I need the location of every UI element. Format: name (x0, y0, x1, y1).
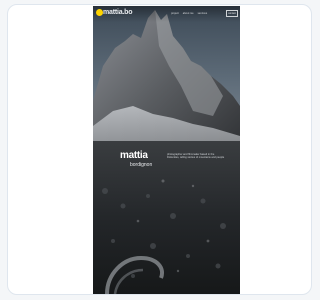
hero-title: mattia (120, 150, 148, 161)
nav-item-about[interactable]: about me (183, 12, 194, 16)
site-header: mattia.bo project about me services cont… (93, 6, 240, 22)
hero-description: photographer and filmmaker based in the … (167, 153, 225, 160)
nav-item-project[interactable]: project (171, 12, 179, 16)
site-logo[interactable]: mattia.bo (103, 8, 133, 18)
mountain-photo (93, 6, 240, 294)
nav-item-services[interactable]: services (198, 12, 208, 16)
nav-menu: project about me services (171, 12, 207, 16)
mobile-screenshot: mattia.bo project about me services cont… (93, 6, 240, 294)
logo-icon (96, 9, 103, 16)
contact-button[interactable]: contact (226, 10, 238, 17)
hero-subtitle: bordignon (130, 162, 153, 168)
